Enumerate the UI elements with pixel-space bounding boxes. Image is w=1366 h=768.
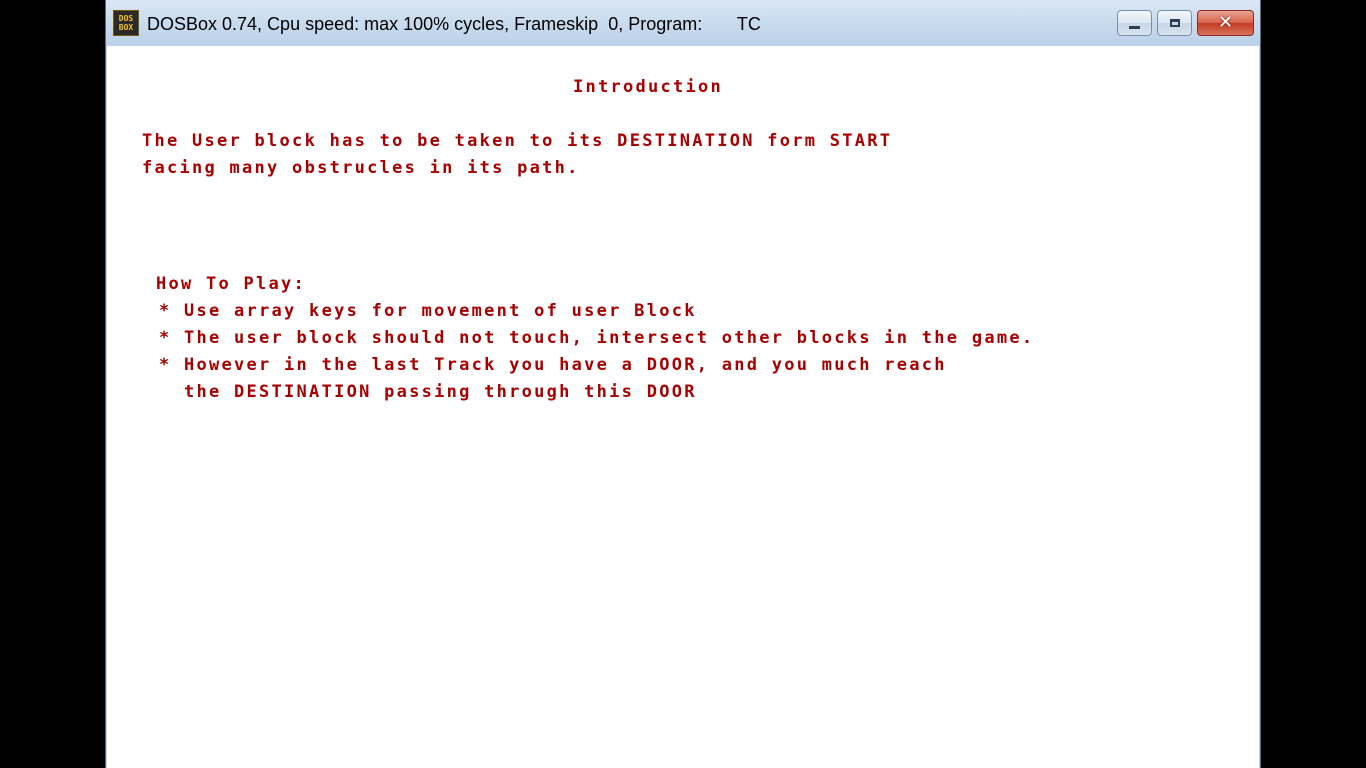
- dosbox-icon[interactable]: DOS BOX: [113, 10, 139, 36]
- minimize-button[interactable]: [1117, 10, 1152, 36]
- close-icon: ✕: [1217, 12, 1234, 33]
- page-title: Introduction: [573, 77, 724, 97]
- maximize-button[interactable]: [1157, 10, 1192, 36]
- instruction-line: * Use array keys for movement of user Bl…: [159, 301, 697, 321]
- instruction-line: the DESTINATION passing through this DOO…: [159, 382, 697, 402]
- intro-line: The User block has to be taken to its DE…: [142, 131, 893, 151]
- instruction-line: * The user block should not touch, inter…: [159, 328, 1035, 348]
- instruction-line: * However in the last Track you have a D…: [159, 355, 947, 375]
- window-controls: ✕: [1117, 10, 1254, 36]
- close-button[interactable]: ✕: [1197, 10, 1254, 36]
- how-to-play-heading: How To Play:: [156, 274, 307, 294]
- icon-label-bottom: BOX: [118, 23, 134, 32]
- icon-label-top: DOS: [118, 14, 134, 23]
- maximize-icon: [1169, 19, 1180, 27]
- title-bar[interactable]: DOS BOX DOSBox 0.74, Cpu speed: max 100%…: [106, 0, 1260, 46]
- dosbox-window: DOS BOX DOSBox 0.74, Cpu speed: max 100%…: [105, 0, 1261, 768]
- minimize-icon: [1129, 25, 1140, 29]
- dos-screen[interactable]: Introduction The User block has to be ta…: [107, 46, 1259, 768]
- intro-line: facing many obstrucles in its path.: [142, 158, 580, 178]
- window-title: DOSBox 0.74, Cpu speed: max 100% cycles,…: [147, 14, 761, 34]
